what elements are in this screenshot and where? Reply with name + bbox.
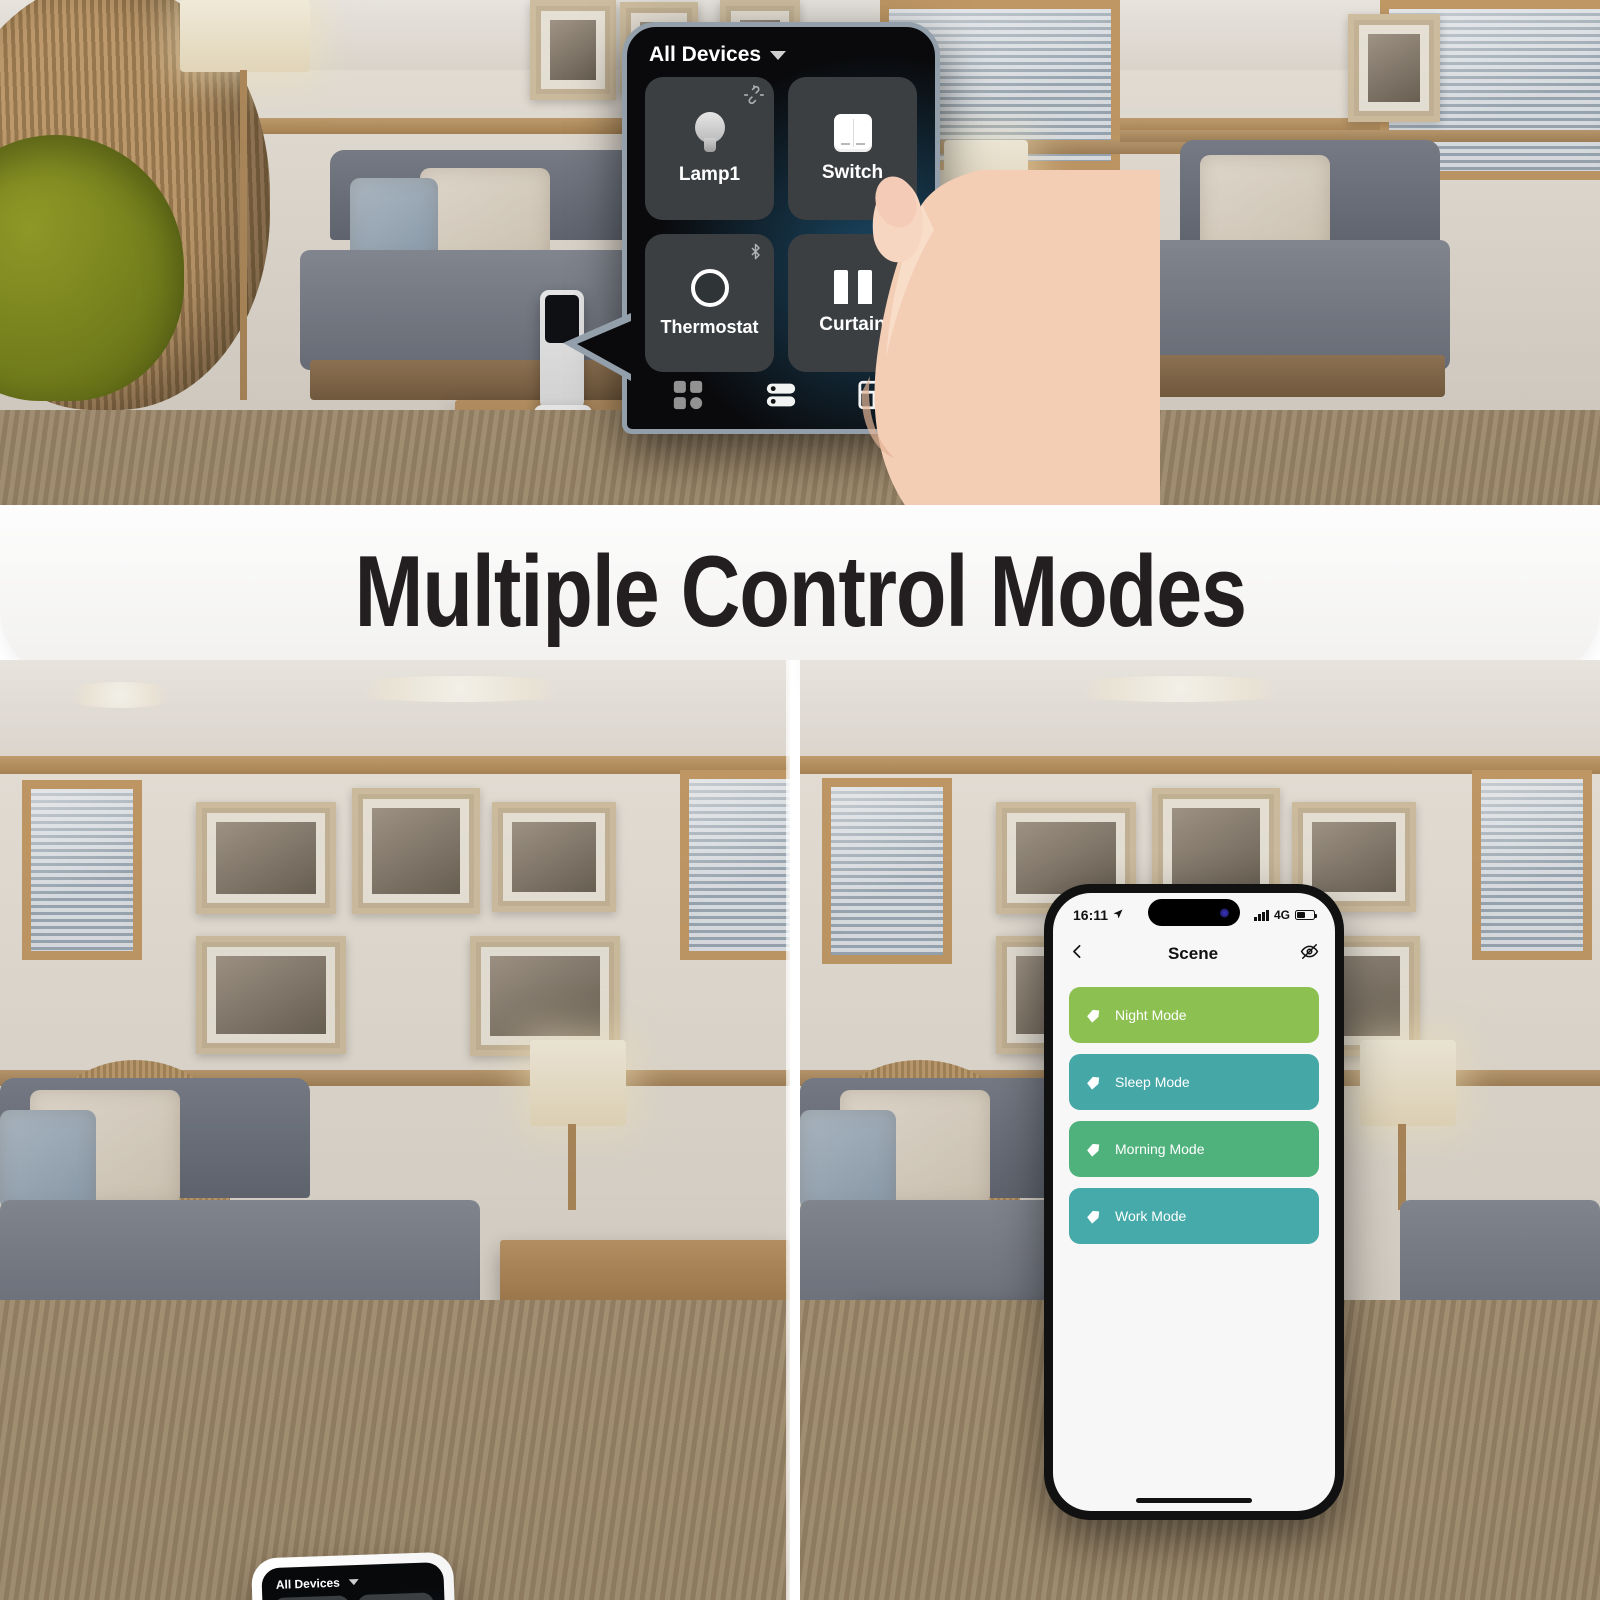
scene-label: Night Mode — [1115, 1007, 1187, 1023]
bottom-left-scene-panel: All Devices — [0, 660, 790, 1600]
smart-remote-control[interactable]: All Devices — [250, 1551, 476, 1600]
bulb-icon — [694, 111, 725, 154]
bluetooth-icon — [747, 242, 764, 266]
signal-bars-icon — [1254, 909, 1269, 921]
product-marketing-image: All Devices Lamp1 Switch Thermostat Curt… — [0, 0, 1600, 1600]
wall-switch-icon — [833, 113, 872, 152]
scene-label: Morning Mode — [1115, 1141, 1205, 1157]
all-devices-dropdown[interactable]: All Devices — [627, 27, 935, 77]
status-time: 16:11 — [1073, 907, 1109, 923]
page-title: Multiple Control Modes — [354, 535, 1247, 649]
tile-label: Switch — [821, 161, 884, 183]
scene-row-morning-mode[interactable]: Morning Mode — [1069, 1121, 1319, 1177]
home-indicator[interactable] — [1053, 1489, 1335, 1511]
dropdown-label: All Devices — [275, 1575, 341, 1592]
device-tile-grid: Lamp1 Switch Thermostat Curtain — [627, 77, 935, 372]
dynamic-island — [1148, 899, 1240, 926]
living-room-photo — [0, 660, 790, 1600]
device-tile-lamp1[interactable]: Lamp1 — [645, 77, 774, 220]
front-camera — [1220, 908, 1229, 917]
device-tab-bar — [627, 372, 935, 429]
status-bar: 16:11 4G — [1053, 893, 1335, 933]
layout-icon[interactable] — [857, 378, 891, 417]
scene-row-sleep-mode[interactable]: Sleep Mode — [1069, 1054, 1319, 1110]
device-ui-callout: All Devices Lamp1 Switch Thermostat Curt… — [563, 22, 940, 434]
tag-icon — [1085, 1074, 1102, 1091]
scene-row-work-mode[interactable]: Work Mode — [1069, 1188, 1319, 1244]
eye-slash-icon[interactable] — [1300, 942, 1319, 966]
network-type: 4G — [1273, 908, 1290, 922]
scene-list: Night Mode Sleep Mode Morning Mode Work … — [1053, 975, 1335, 1489]
chevron-left-icon[interactable] — [1069, 943, 1086, 965]
tag-icon — [1085, 1208, 1102, 1225]
tile-label: Thermostat — [660, 316, 759, 337]
link-broken-icon — [744, 85, 764, 110]
tag-icon — [1085, 1141, 1102, 1158]
tag-icon — [1085, 1007, 1102, 1024]
scene-label: Sleep Mode — [1115, 1074, 1190, 1090]
dial-icon — [690, 268, 729, 307]
curtain-icon — [833, 270, 872, 304]
tile-label: Lamp1 — [678, 163, 741, 185]
dropdown-label: All Devices — [649, 43, 762, 66]
scene-row-night-mode[interactable]: Night Mode — [1069, 987, 1319, 1043]
phone-screen: 16:11 4G Scene Night Mode Sleep Mode Mor… — [1053, 893, 1335, 1511]
page-title: Scene — [1167, 944, 1219, 963]
tile-label: Curtain — [819, 314, 886, 335]
battery-icon — [1295, 910, 1318, 920]
nav-bar: Scene — [1053, 933, 1335, 975]
chevron-down-icon — [348, 1578, 359, 1586]
chevron-down-icon — [770, 50, 787, 60]
scene-label: Work Mode — [1115, 1208, 1187, 1224]
location-arrow-icon — [1112, 907, 1124, 923]
headline-band: Multiple Control Modes — [0, 505, 1600, 680]
grid-icon[interactable] — [671, 378, 705, 417]
remote-screen: All Devices — [261, 1562, 453, 1600]
smartphone[interactable]: 16:11 4G Scene Night Mode Sleep Mode Mor… — [1044, 884, 1344, 1520]
top-scene-panel: All Devices Lamp1 Switch Thermostat Curt… — [0, 0, 1600, 565]
device-tile-curtain[interactable]: Curtain — [788, 234, 917, 372]
device-tile-switch[interactable]: Switch — [788, 77, 917, 220]
device-tile-thermostat[interactable]: Thermostat — [645, 234, 774, 372]
list-icon[interactable] — [764, 378, 798, 417]
